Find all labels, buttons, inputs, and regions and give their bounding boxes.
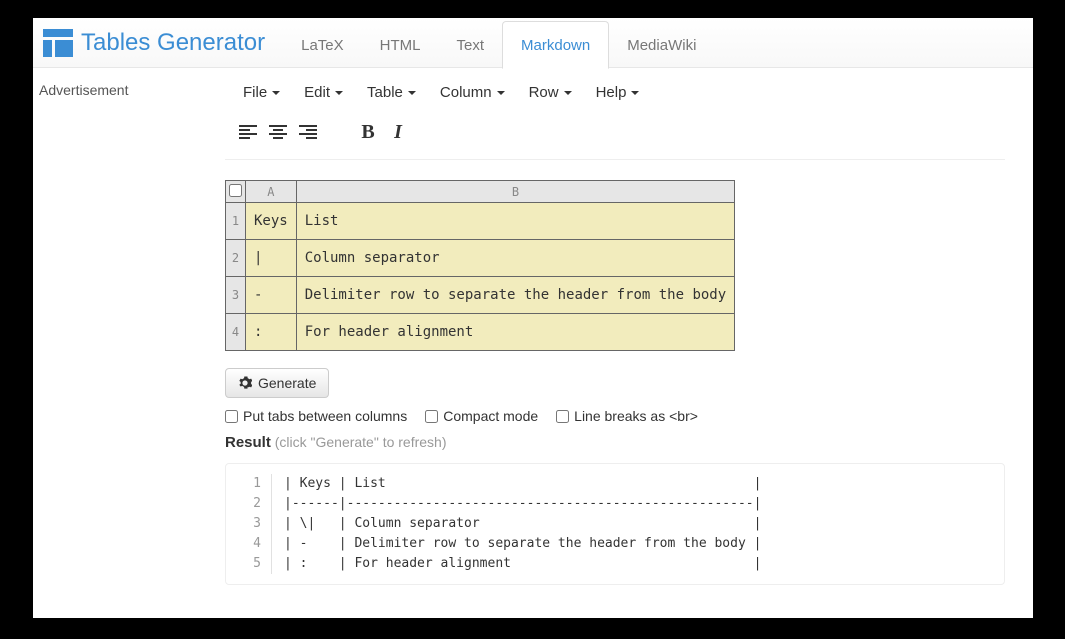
tab-text[interactable]: Text — [439, 22, 503, 68]
tab-latex[interactable]: LaTeX — [283, 22, 362, 68]
code-line: 5| : | For header alignment | — [226, 554, 1004, 574]
table-row: 4 : For header alignment — [226, 314, 735, 351]
cell-b1[interactable]: List — [296, 203, 734, 240]
tab-html[interactable]: HTML — [362, 22, 439, 68]
cell-b2[interactable]: Column separator — [296, 240, 734, 277]
brand-title: Tables Generator — [81, 29, 265, 57]
menu-edit[interactable]: Edit — [294, 76, 353, 109]
option-compact-label: Compact mode — [443, 408, 538, 424]
table-row: 1 Keys List — [226, 203, 735, 240]
line-number: 3 — [226, 514, 272, 534]
chevron-down-icon — [408, 91, 416, 95]
tab-mediawiki[interactable]: MediaWiki — [609, 22, 714, 68]
line-number: 1 — [226, 474, 272, 494]
align-left-icon — [239, 123, 257, 141]
chevron-down-icon — [497, 91, 505, 95]
menu-edit-label: Edit — [304, 84, 330, 101]
option-br-label: Line breaks as <br> — [574, 408, 698, 424]
option-compact-checkbox[interactable] — [425, 410, 438, 423]
chevron-down-icon — [335, 91, 343, 95]
row-header-1[interactable]: 1 — [226, 203, 246, 240]
result-hint: (click "Generate" to refresh) — [271, 434, 447, 450]
cell-a1[interactable]: Keys — [246, 203, 297, 240]
align-right-button[interactable] — [293, 119, 323, 145]
main-content: File Edit Table Column Row Help B I — [225, 68, 1033, 585]
result-label: Result — [225, 434, 271, 451]
output-code[interactable]: 1| Keys | List | 2|------|--------------… — [225, 463, 1005, 585]
row-header-4[interactable]: 4 — [226, 314, 246, 351]
line-number: 5 — [226, 554, 272, 574]
menu-file[interactable]: File — [233, 76, 290, 109]
cell-a2[interactable]: | — [246, 240, 297, 277]
generate-label: Generate — [258, 375, 316, 391]
option-compact[interactable]: Compact mode — [425, 408, 538, 424]
cell-b4[interactable]: For header alignment — [296, 314, 734, 351]
navbar: Tables Generator LaTeX HTML Text Markdow… — [33, 18, 1033, 68]
gear-icon — [238, 376, 252, 390]
code-line: 1| Keys | List | — [226, 474, 1004, 494]
option-br[interactable]: Line breaks as <br> — [556, 408, 698, 424]
code-line: 4| - | Delimiter row to separate the hea… — [226, 534, 1004, 554]
align-right-icon — [299, 123, 317, 141]
advertisement-label: Advertisement — [39, 82, 128, 98]
align-center-button[interactable] — [263, 119, 293, 145]
column-header-b[interactable]: B — [296, 181, 734, 203]
toolbar: B I — [225, 109, 1005, 160]
sidebar: Advertisement — [33, 68, 225, 585]
table-row: 3 - Delimiter row to separate the header… — [226, 277, 735, 314]
line-number: 2 — [226, 494, 272, 514]
chevron-down-icon — [564, 91, 572, 95]
column-header-a[interactable]: A — [246, 181, 297, 203]
code-text: | : | For header alignment | — [272, 554, 761, 574]
options-row: Put tabs between columns Compact mode Li… — [225, 408, 1033, 424]
menu-row[interactable]: Row — [519, 76, 582, 109]
code-line: 2|------|-------------------------------… — [226, 494, 1004, 514]
option-tabs-checkbox[interactable] — [225, 410, 238, 423]
italic-button[interactable]: I — [383, 119, 413, 145]
menu-column[interactable]: Column — [430, 76, 515, 109]
align-left-button[interactable] — [233, 119, 263, 145]
table-row: 2 | Column separator — [226, 240, 735, 277]
menu-help[interactable]: Help — [586, 76, 650, 109]
menu-help-label: Help — [596, 84, 627, 101]
row-header-2[interactable]: 2 — [226, 240, 246, 277]
bold-button[interactable]: B — [353, 119, 383, 145]
menu-column-label: Column — [440, 84, 492, 101]
format-tabs: LaTeX HTML Text Markdown MediaWiki — [283, 18, 714, 68]
menu-table-label: Table — [367, 84, 403, 101]
tab-markdown[interactable]: Markdown — [502, 21, 609, 69]
code-text: | - | Delimiter row to separate the head… — [272, 534, 761, 554]
menu-row-label: Row — [529, 84, 559, 101]
option-tabs[interactable]: Put tabs between columns — [225, 408, 407, 424]
code-text: | \| | Column separator | — [272, 514, 761, 534]
result-heading: Result (click "Generate" to refresh) — [225, 434, 1033, 451]
chevron-down-icon — [272, 91, 280, 95]
option-tabs-label: Put tabs between columns — [243, 408, 407, 424]
align-center-icon — [269, 123, 287, 141]
menubar: File Edit Table Column Row Help — [225, 76, 1033, 109]
bold-icon: B — [361, 121, 374, 144]
option-br-checkbox[interactable] — [556, 410, 569, 423]
row-header-3[interactable]: 3 — [226, 277, 246, 314]
brand-logo[interactable]: Tables Generator — [43, 29, 265, 57]
cell-a3[interactable]: - — [246, 277, 297, 314]
logo-icon — [43, 29, 73, 57]
line-number: 4 — [226, 534, 272, 554]
table-editor[interactable]: A B 1 Keys List 2 | Column separator 3 — [225, 180, 735, 351]
italic-icon: I — [394, 121, 402, 144]
code-text: | Keys | List | — [272, 474, 761, 494]
cell-a4[interactable]: : — [246, 314, 297, 351]
chevron-down-icon — [631, 91, 639, 95]
code-text: |------|--------------------------------… — [272, 494, 761, 514]
cell-b3[interactable]: Delimiter row to separate the header fro… — [296, 277, 734, 314]
select-all-checkbox[interactable] — [226, 181, 246, 203]
menu-table[interactable]: Table — [357, 76, 426, 109]
code-line: 3| \| | Column separator | — [226, 514, 1004, 534]
menu-file-label: File — [243, 84, 267, 101]
generate-button[interactable]: Generate — [225, 368, 329, 398]
